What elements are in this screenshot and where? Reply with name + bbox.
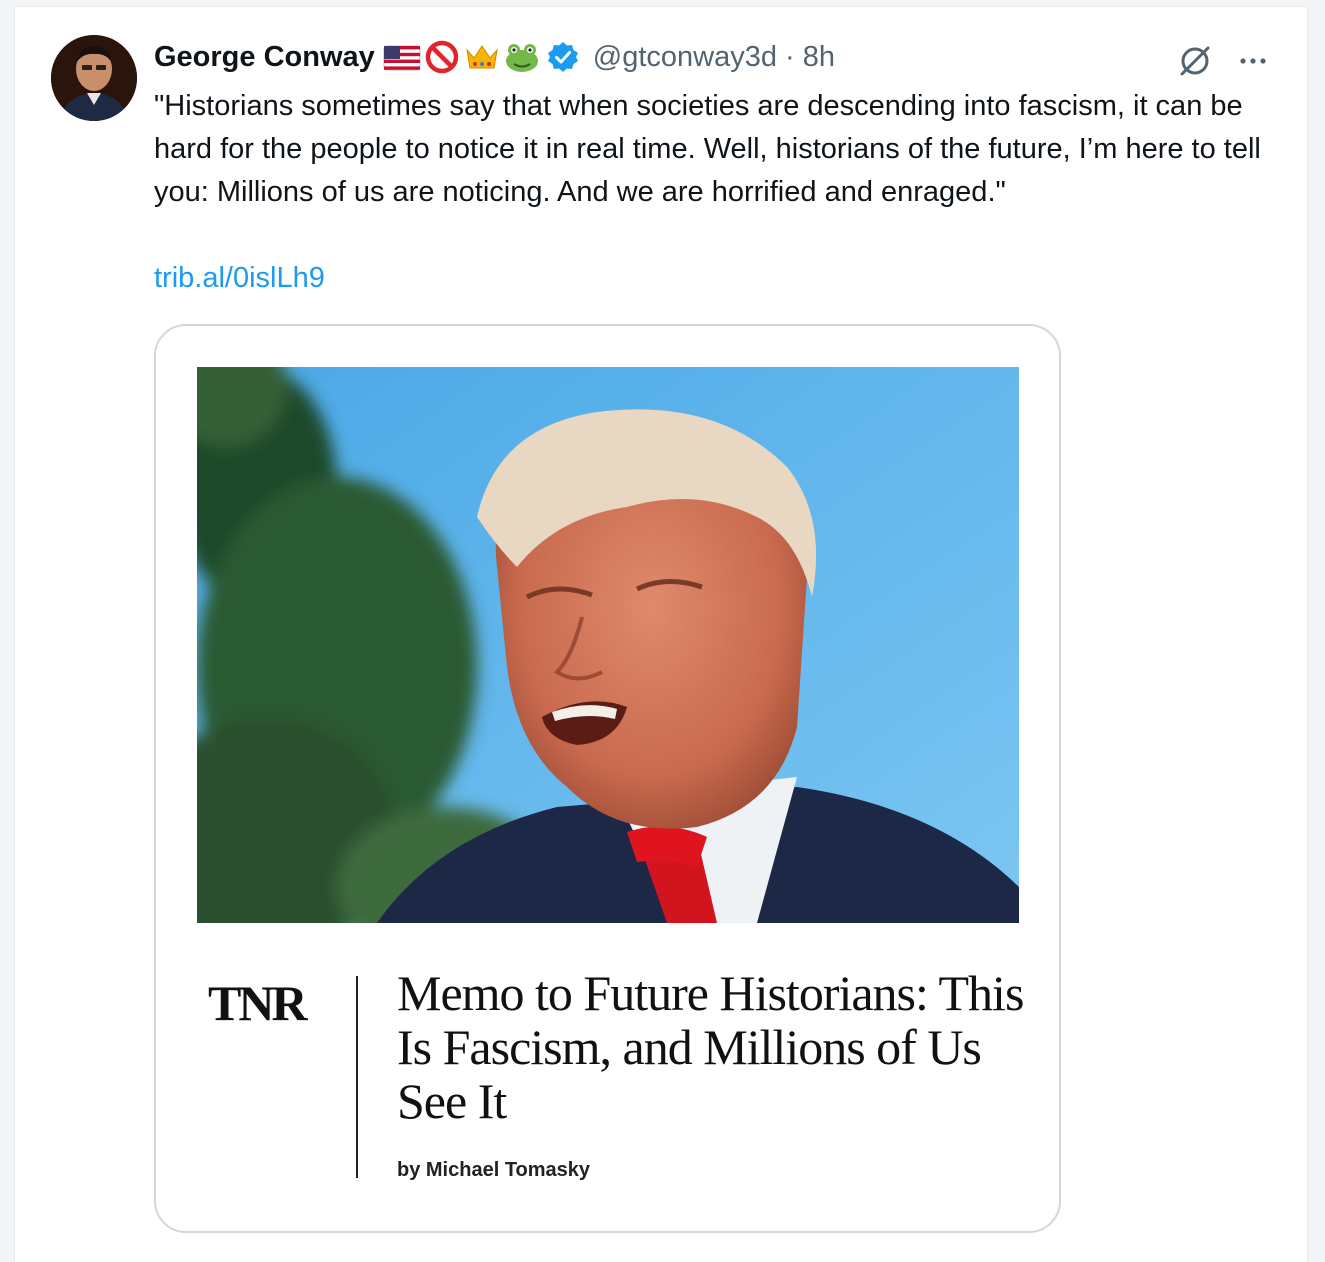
- author-name[interactable]: George Conway: [154, 41, 375, 74]
- card-divider: [356, 976, 358, 1178]
- grok-icon[interactable]: [1175, 41, 1215, 81]
- name-emojis: [383, 40, 541, 74]
- verified-badge-icon[interactable]: [547, 41, 579, 73]
- author-avatar[interactable]: [51, 35, 137, 121]
- frog-icon: [505, 44, 538, 72]
- more-options-icon[interactable]: [1233, 41, 1273, 81]
- us-flag-icon: [383, 45, 421, 71]
- tweet-text: "Historians sometimes say that when soci…: [154, 90, 1261, 208]
- tweet-header: George Conway @gtconway3d · 8h: [154, 37, 835, 77]
- handle-and-timestamp[interactable]: @gtconway3d · 8h: [593, 41, 835, 74]
- article-headline: Memo to Future Historians: This Is Fasci…: [397, 965, 1024, 1129]
- tweet[interactable]: George Conway @gtconway3d · 8h "Historia…: [14, 6, 1308, 1262]
- prohibited-icon: [425, 40, 459, 74]
- crown-icon: [465, 45, 498, 69]
- tweet-link[interactable]: trib.al/0islLh9: [154, 258, 325, 298]
- article-byline: by Michael Tomasky: [397, 1159, 591, 1181]
- link-preview-card[interactable]: TNR Memo to Future Historians: This Is F…: [154, 324, 1061, 1233]
- article-photo: [197, 367, 1019, 923]
- tnr-logo: TNR: [208, 975, 308, 1031]
